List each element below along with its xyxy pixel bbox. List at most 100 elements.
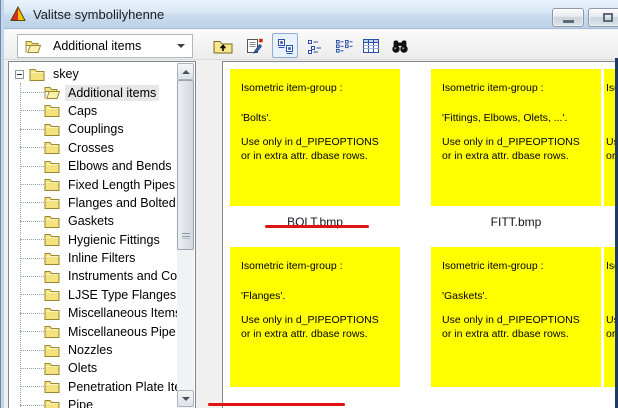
- scrollbar-thumb[interactable]: [177, 80, 194, 250]
- thumbnail-text: Use only in d_PIPEOPTIONS: [241, 314, 379, 326]
- up-one-level-button[interactable]: [210, 33, 236, 58]
- symbol-filename: FITT.bmp: [431, 215, 601, 229]
- tree-item[interactable]: Miscellaneous Items: [9, 304, 195, 322]
- folder-icon: [44, 288, 60, 301]
- combobox-value: Additional items: [53, 39, 141, 53]
- open-folder-icon: [44, 86, 60, 99]
- folder-icon: [29, 68, 45, 81]
- tree-item[interactable]: Pipe: [9, 396, 195, 408]
- tree-connector: [20, 147, 44, 148]
- folder-icon: [44, 104, 60, 117]
- tree-item[interactable]: Additional items: [9, 83, 195, 101]
- tree-item-label: Instruments and Cont: [65, 268, 186, 284]
- tree-item[interactable]: Crosses: [9, 139, 195, 157]
- folder-icon: [44, 380, 60, 393]
- minimize-button[interactable]: [552, 8, 584, 27]
- scroll-down-button[interactable]: [177, 390, 194, 407]
- thumbnail-text: Isometric item-group :: [442, 82, 544, 94]
- tree-connector: [20, 184, 44, 185]
- tree-item-label: Pipe: [65, 397, 96, 408]
- tree-item[interactable]: Instruments and Cont: [9, 267, 195, 285]
- folder-icon: [44, 399, 60, 408]
- app-window: Valitse symbolilyhenne Additional items: [0, 0, 618, 408]
- tree-item-label: Fixed Length Pipes: [65, 177, 178, 193]
- tree-connector: [20, 258, 44, 259]
- find-icon: [390, 37, 410, 55]
- tree-connector: [20, 239, 44, 240]
- tree-item[interactable]: Hygienic Fittings: [9, 231, 195, 249]
- symbol-thumbnail: Isometric item-group : 'Fittings, Elbows…: [431, 69, 601, 206]
- tree-item-root[interactable]: skey: [9, 65, 195, 83]
- thumbnail-text: Use only in d_PIPEOPTIONS: [606, 136, 615, 148]
- tree-item[interactable]: Inline Filters: [9, 249, 195, 267]
- tree-item[interactable]: Olets: [9, 359, 195, 377]
- collapse-toggle-icon[interactable]: [15, 70, 24, 79]
- thumbnail-text: Use only in d_PIPEOPTIONS: [606, 314, 615, 326]
- tree-connector: [20, 166, 44, 167]
- open-folder-icon: [25, 40, 41, 53]
- tree-item[interactable]: Couplings: [9, 120, 195, 138]
- thumbnail-text: 'Flanges'.: [241, 290, 285, 302]
- thumbnail-text: Isometric item-group :: [606, 82, 615, 94]
- tree-item-label: Olets: [65, 360, 100, 376]
- small-icons-view-button[interactable]: [302, 33, 328, 58]
- tree-item[interactable]: Penetration Plate Iten: [9, 378, 195, 396]
- symbol-item-partial[interactable]: Isometric item-group : Use only in d_PIP…: [604, 247, 615, 387]
- thumbnail-text: Isometric item-group :: [442, 260, 544, 272]
- folder-icon: [44, 178, 60, 191]
- arrow-down-icon: [182, 397, 190, 401]
- tree-item[interactable]: Caps: [9, 102, 195, 120]
- thumbnail-text: Isometric item-group :: [606, 260, 615, 272]
- thumbnail-text: or in extra attr. dbase rows.: [442, 150, 569, 162]
- tree-item-label: Miscellaneous Pipe C: [65, 324, 186, 340]
- folder-combobox[interactable]: Additional items: [17, 34, 193, 58]
- chevron-down-icon: [177, 44, 185, 48]
- folder-icon: [44, 160, 60, 173]
- tree-item-label: Couplings: [65, 121, 127, 137]
- tree-connector: [20, 294, 44, 295]
- tree-scrollbar[interactable]: [177, 63, 194, 408]
- item-properties-button[interactable]: [241, 33, 267, 58]
- details-view-icon: [361, 37, 381, 55]
- large-icons-view-button[interactable]: [272, 33, 298, 58]
- tree-item[interactable]: Miscellaneous Pipe C: [9, 322, 195, 340]
- folder-icon: [44, 196, 60, 209]
- small-icons-view-icon: [305, 37, 325, 55]
- folder-icon: [44, 215, 60, 228]
- tree-connector: [20, 386, 44, 387]
- thumbnail-text: or in extra attr. dbase rows.: [241, 328, 368, 340]
- tree-connector: [20, 276, 44, 277]
- up-one-level-icon: [213, 37, 233, 55]
- thumbnail-text: or in extra attr. dbase rows.: [606, 150, 615, 162]
- tree-connector: [20, 129, 44, 130]
- folder-icon: [44, 270, 60, 283]
- tree-item[interactable]: Nozzles: [9, 341, 195, 359]
- scroll-up-button[interactable]: [177, 63, 194, 80]
- maximize-button[interactable]: [588, 8, 618, 27]
- tree-connector: [20, 110, 44, 111]
- thumbnail-text: or in extra attr. dbase rows.: [241, 150, 368, 162]
- tree-item-label: Crosses: [65, 140, 117, 156]
- symbol-item-partial[interactable]: Isometric item-group : Use only in d_PIP…: [604, 69, 615, 206]
- tree-item[interactable]: Gaskets: [9, 212, 195, 230]
- thumbnail-text: Use only in d_PIPEOPTIONS: [442, 314, 580, 326]
- red-underline-annotation: [265, 225, 369, 228]
- folder-tree-panel: skey Additional itemsCapsCouplings Crosse…: [8, 61, 196, 408]
- tree-item-label: Penetration Plate Iten: [65, 379, 186, 395]
- tree-connector: [20, 202, 44, 203]
- tree-item[interactable]: Flanges and Bolted Jo: [9, 194, 195, 212]
- details-view-button[interactable]: [358, 33, 384, 58]
- tree-item-label: Hygienic Fittings: [65, 232, 163, 248]
- folder-icon: [44, 325, 60, 338]
- list-view-button[interactable]: [331, 33, 357, 58]
- find-button[interactable]: [387, 33, 413, 58]
- tree-item[interactable]: Fixed Length Pipes: [9, 175, 195, 193]
- maximize-icon: [603, 13, 613, 22]
- item-properties-icon: [244, 37, 264, 55]
- toolbar: Additional items: [4, 30, 618, 60]
- tree-item[interactable]: LJSE Type Flanges: [9, 286, 195, 304]
- tree-item[interactable]: Elbows and Bends: [9, 157, 195, 175]
- folder-icon: [44, 233, 60, 246]
- tree-item-label: Miscellaneous Items: [65, 305, 184, 321]
- app-icon: [10, 6, 26, 22]
